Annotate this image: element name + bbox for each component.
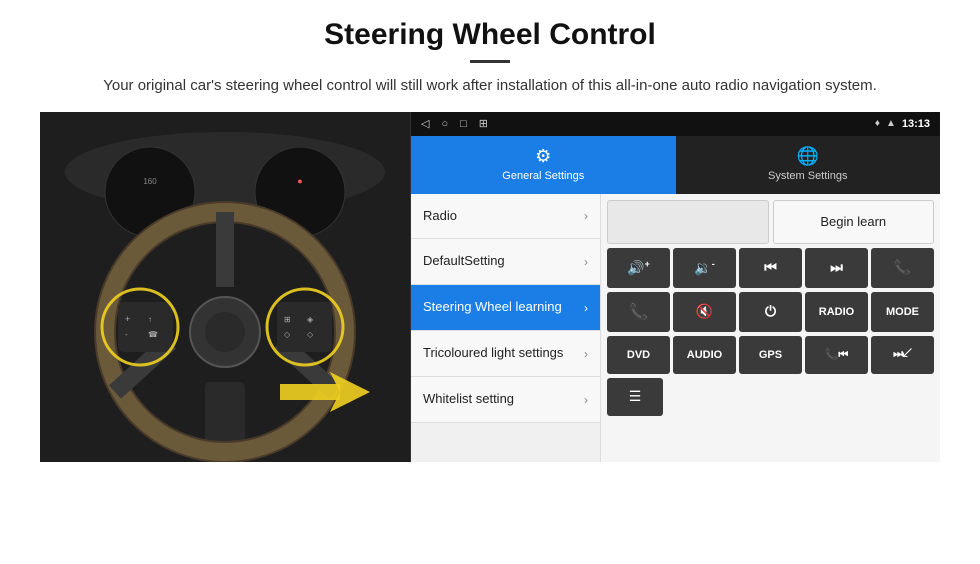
- svg-text:↑: ↑: [148, 315, 152, 324]
- prev-track-button[interactable]: ⏮: [739, 248, 802, 288]
- menu-icon: ☰: [629, 388, 642, 405]
- tab-general[interactable]: ⚙ General Settings: [411, 136, 676, 194]
- radio-label: RADIO: [819, 306, 854, 318]
- call-accept-button[interactable]: 📞: [607, 292, 670, 332]
- menu-tricoloured-label: Tricoloured light settings: [423, 345, 584, 362]
- recent-icon[interactable]: □: [460, 118, 467, 130]
- menu-item-whitelist[interactable]: Whitelist setting ›: [411, 377, 600, 423]
- chevron-icon: ›: [584, 255, 588, 269]
- next-alt-icon: ⏭↙: [893, 348, 912, 361]
- bottom-row: DVD AUDIO GPS 📞⏮ ⏭↙: [607, 336, 934, 374]
- chevron-icon: ›: [584, 209, 588, 223]
- vol-up-button[interactable]: 🔊+: [607, 248, 670, 288]
- left-menu: Radio › DefaultSetting › Steering Wheel …: [411, 194, 601, 462]
- menu-item-tricoloured[interactable]: Tricoloured light settings ›: [411, 331, 600, 377]
- radio-button[interactable]: RADIO: [805, 292, 868, 332]
- right-controls: Begin learn 🔊+ 🔉- ⏮: [601, 194, 940, 462]
- control-grid-row1: 🔊+ 🔉- ⏮ ⏭ 📞: [607, 248, 934, 288]
- svg-text:+: +: [125, 314, 130, 324]
- svg-text:☎: ☎: [148, 330, 158, 339]
- content-row: 160 ● + - ↑ ☎: [40, 112, 940, 462]
- svg-text:-: -: [125, 330, 128, 339]
- steering-wheel-image: 160 ● + - ↑ ☎: [40, 112, 410, 462]
- call-icon: 📞: [894, 259, 911, 276]
- chevron-icon: ›: [584, 393, 588, 407]
- menu-item-steering[interactable]: Steering Wheel learning ›: [411, 285, 600, 331]
- gps-label: GPS: [759, 349, 782, 361]
- gps-status-icon: ♦: [875, 118, 880, 129]
- next-track-button[interactable]: ⏭: [805, 248, 868, 288]
- dvd-label: DVD: [627, 349, 650, 361]
- chevron-icon: ›: [584, 301, 588, 315]
- last-row: ☰: [607, 378, 934, 416]
- next-alt-button[interactable]: ⏭↙: [871, 336, 934, 374]
- gps-button[interactable]: GPS: [739, 336, 802, 374]
- menu-item-radio[interactable]: Radio ›: [411, 194, 600, 240]
- top-row: Begin learn: [607, 200, 934, 244]
- svg-text:●: ●: [297, 176, 302, 186]
- menu-button[interactable]: ☰: [607, 378, 663, 416]
- control-grid-row2: 📞 🔇 ⏻ RADIO MODE: [607, 292, 934, 332]
- title-section: Steering Wheel Control Your original car…: [40, 18, 940, 98]
- mute-button[interactable]: 🔇: [673, 292, 736, 332]
- page-subtitle: Your original car's steering wheel contr…: [80, 75, 900, 98]
- title-divider: [470, 60, 510, 63]
- call-prev-button[interactable]: 📞⏮: [805, 336, 868, 374]
- next-track-icon: ⏭: [830, 259, 843, 276]
- mute-icon: 🔇: [696, 303, 713, 320]
- svg-text:⊞: ⊞: [284, 315, 291, 324]
- vol-up-icon: 🔊+: [627, 259, 650, 277]
- svg-text:160: 160: [143, 177, 157, 186]
- audio-button[interactable]: AUDIO: [673, 336, 736, 374]
- grid-icon[interactable]: ⊞: [479, 117, 488, 130]
- call-accept-icon: 📞: [629, 302, 649, 322]
- menu-steering-label: Steering Wheel learning: [423, 299, 584, 316]
- power-icon: ⏻: [765, 303, 776, 320]
- dvd-button[interactable]: DVD: [607, 336, 670, 374]
- mode-label: MODE: [886, 306, 919, 318]
- mode-button[interactable]: MODE: [871, 292, 934, 332]
- tab-system[interactable]: 🌐 System Settings: [676, 136, 941, 194]
- svg-text:◇: ◇: [284, 330, 291, 339]
- menu-item-default[interactable]: DefaultSetting ›: [411, 239, 600, 285]
- audio-label: AUDIO: [687, 349, 722, 361]
- vol-down-button[interactable]: 🔉-: [673, 248, 736, 288]
- general-settings-icon: ⚙: [535, 146, 551, 167]
- main-panel: Radio › DefaultSetting › Steering Wheel …: [411, 194, 940, 462]
- wifi-icon: ▲: [886, 118, 896, 129]
- menu-radio-label: Radio: [423, 208, 584, 225]
- prev-track-icon: ⏮: [764, 259, 777, 276]
- page-title: Steering Wheel Control: [40, 18, 940, 52]
- page-container: Steering Wheel Control Your original car…: [0, 0, 980, 472]
- android-ui: ◁ ○ □ ⊞ ♦ ▲ 13:13 ⚙ General Settings: [410, 112, 940, 462]
- tab-system-label: System Settings: [768, 170, 847, 182]
- svg-text:◈: ◈: [307, 315, 314, 324]
- call-button[interactable]: 📞: [871, 248, 934, 288]
- menu-default-label: DefaultSetting: [423, 253, 584, 270]
- car-image-area: 160 ● + - ↑ ☎: [40, 112, 410, 462]
- tab-bar: ⚙ General Settings 🌐 System Settings: [411, 136, 940, 194]
- back-icon[interactable]: ◁: [421, 117, 429, 130]
- empty-display-box: [607, 200, 769, 244]
- begin-learn-button[interactable]: Begin learn: [773, 200, 935, 244]
- status-bar-right: ♦ ▲ 13:13: [875, 118, 930, 130]
- status-bar: ◁ ○ □ ⊞ ♦ ▲ 13:13: [411, 112, 940, 136]
- status-bar-left: ◁ ○ □ ⊞: [421, 117, 488, 130]
- tab-general-label: General Settings: [502, 170, 584, 182]
- vol-down-icon: 🔉-: [694, 259, 714, 277]
- home-icon[interactable]: ○: [441, 118, 448, 130]
- chevron-icon: ›: [584, 347, 588, 361]
- call-prev-icon: 📞⏮: [825, 348, 849, 362]
- svg-text:◇: ◇: [307, 330, 314, 339]
- system-settings-icon: 🌐: [797, 146, 819, 167]
- power-button[interactable]: ⏻: [739, 292, 802, 332]
- menu-whitelist-label: Whitelist setting: [423, 391, 584, 408]
- clock: 13:13: [902, 118, 930, 130]
